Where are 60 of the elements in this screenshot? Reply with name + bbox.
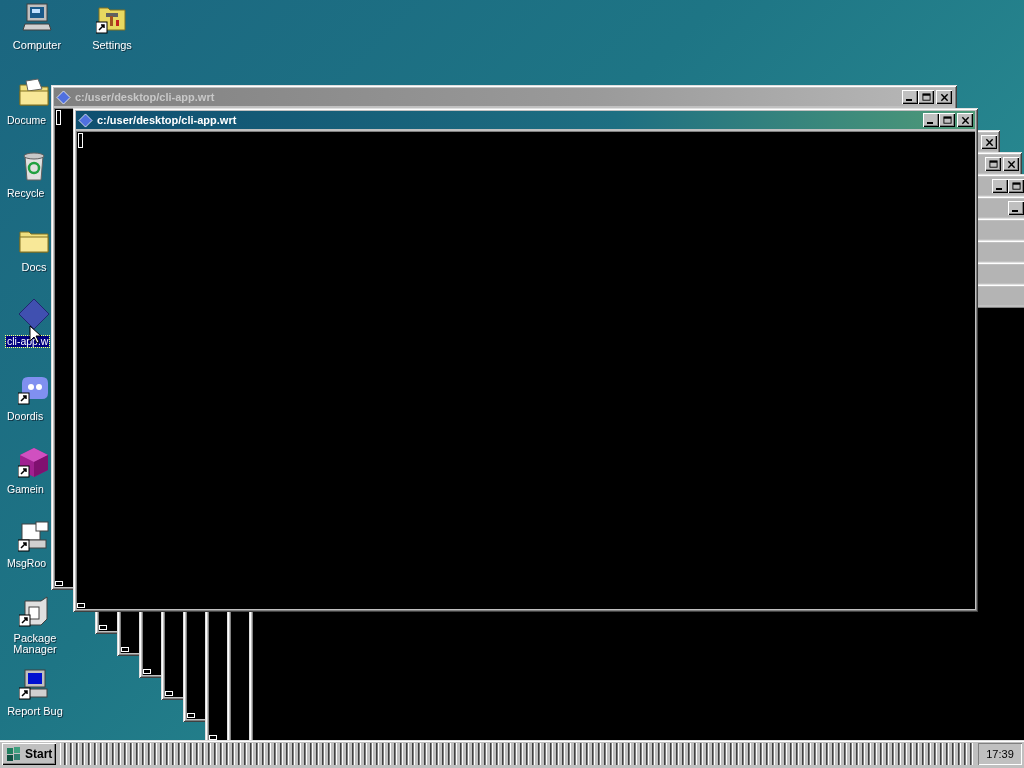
title-bar[interactable]: [978, 155, 1019, 173]
resize-grip[interactable]: [77, 603, 85, 608]
minimize-button[interactable]: [1008, 201, 1024, 215]
diamond-icon: [56, 89, 71, 105]
title-bar[interactable]: [978, 199, 1024, 217]
window-title: c:/user/desktop/cli-app.wrt: [75, 91, 216, 103]
text-cursor: [56, 110, 61, 125]
close-button[interactable]: [1003, 157, 1019, 171]
icon-label[interactable]: Docs: [20, 262, 48, 273]
minimize-icon: [906, 99, 912, 101]
minimize-button[interactable]: [992, 179, 1008, 193]
maximize-icon: [921, 92, 931, 102]
close-icon: [1006, 159, 1016, 169]
minimize-button[interactable]: [923, 113, 939, 127]
maximize-icon: [988, 159, 998, 169]
icon-label[interactable]: Docume: [6, 115, 48, 126]
icon-label[interactable]: Package Manager: [3, 633, 67, 655]
window-title: c:/user/desktop/cli-app.wrt: [97, 114, 238, 126]
minimize-icon: [1012, 210, 1018, 212]
messenger-icon[interactable]: [18, 520, 50, 552]
resize-grip[interactable]: [99, 625, 107, 630]
maximize-button[interactable]: [939, 113, 955, 127]
computer-icon[interactable]: [21, 2, 53, 34]
icon-label[interactable]: Computer: [11, 40, 63, 51]
documents-icon[interactable]: [18, 77, 50, 109]
title-bar[interactable]: [978, 177, 1024, 195]
minimize-icon: [996, 188, 1002, 190]
close-button[interactable]: [936, 90, 952, 104]
icon-label[interactable]: Settings: [91, 40, 133, 51]
icon-label[interactable]: Doordis: [6, 411, 45, 422]
maximize-button[interactable]: [918, 90, 934, 104]
close-icon: [984, 137, 994, 147]
close-button[interactable]: [957, 113, 973, 127]
resize-grip[interactable]: [121, 647, 129, 652]
text-cursor: [78, 133, 83, 148]
taskbar-button-strip[interactable]: [60, 743, 974, 765]
maximize-icon: [1011, 181, 1021, 191]
icon-label[interactable]: Recycle: [6, 188, 46, 199]
maximize-icon: [942, 115, 952, 125]
icon-label[interactable]: Gamein: [6, 484, 45, 495]
windows-logo-icon: [6, 746, 22, 762]
clock: 17:39: [978, 743, 1022, 765]
minimize-icon: [927, 122, 933, 124]
maximize-button[interactable]: [985, 157, 1001, 171]
resize-grip[interactable]: [187, 713, 195, 718]
close-icon: [939, 92, 949, 102]
diamond-icon: [78, 112, 93, 128]
cube-icon[interactable]: [18, 446, 50, 478]
icon-label[interactable]: MsgRoo: [6, 558, 48, 569]
monitor-icon[interactable]: [19, 668, 51, 700]
resize-grip[interactable]: [55, 581, 63, 586]
icon-label[interactable]: Report Bug: [6, 706, 64, 717]
maximize-button[interactable]: [1008, 179, 1024, 193]
package-icon[interactable]: [19, 595, 51, 627]
resize-grip[interactable]: [143, 669, 151, 674]
close-icon: [960, 115, 970, 125]
resize-grip[interactable]: [165, 691, 173, 696]
minimize-button[interactable]: [902, 90, 918, 104]
title-bar[interactable]: c:/user/desktop/cli-app.wrt: [76, 111, 975, 129]
start-button[interactable]: Start: [2, 743, 57, 765]
